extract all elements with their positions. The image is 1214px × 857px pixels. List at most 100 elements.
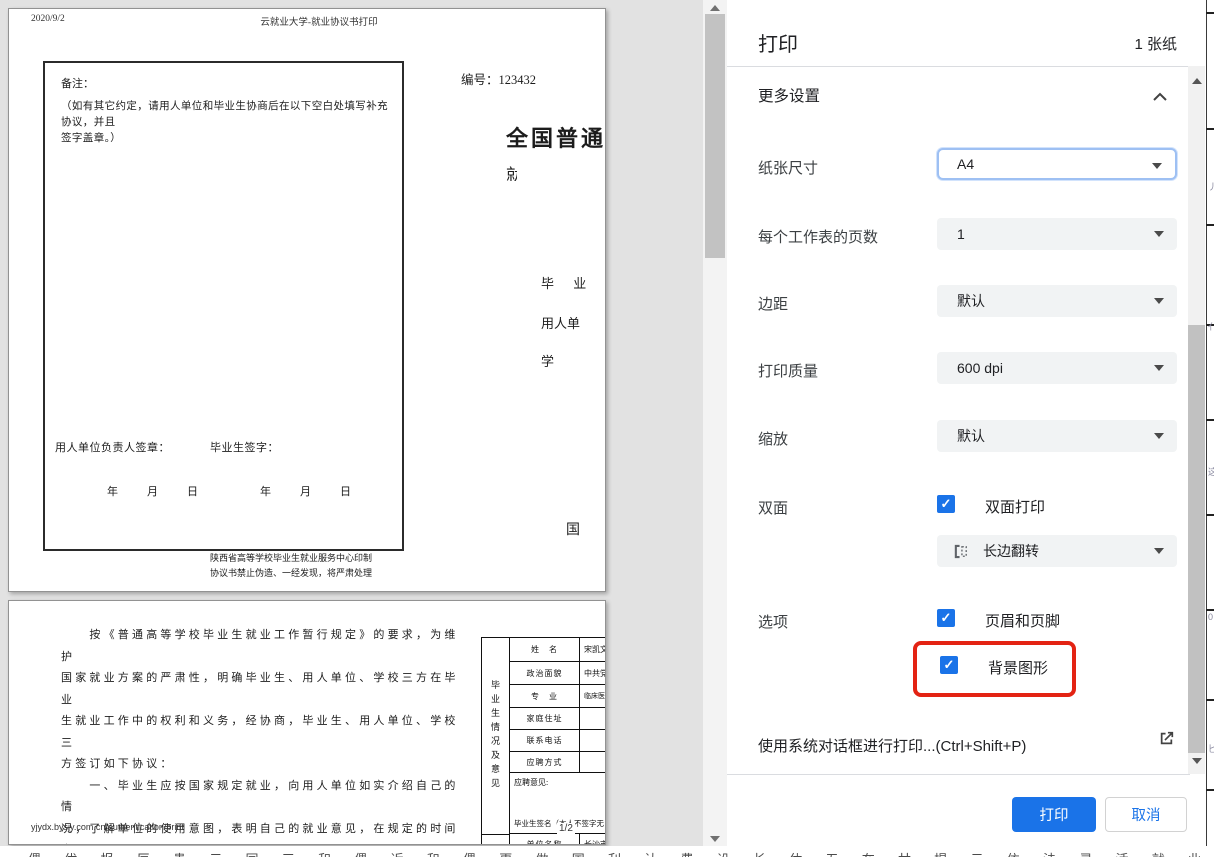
print-quality-value: 600 dpi — [957, 360, 1003, 376]
preview-scrollbar[interactable] — [703, 0, 727, 846]
print-preview-screen: 偎 优 报 辰 贵 元 同 三 和 偎 近 和 偎 更 做 国 利 认 费 设 … — [0, 0, 1214, 857]
header-footer-checkbox-label[interactable]: 页眉和页脚 — [985, 610, 1060, 631]
date-blank: 年 月 日 — [260, 483, 360, 499]
background-text-fragment: 丿 — [1208, 180, 1214, 193]
background-tick — [1206, 419, 1214, 421]
more-settings-toggle[interactable]: 更多设置 — [758, 84, 820, 106]
margins-label: 边距 — [758, 293, 788, 314]
background-page-right-edge: 丿 亻 这 0 匕 — [1205, 0, 1214, 846]
serial-number: 编号：123432 — [461, 69, 536, 88]
dropdown-caret-icon — [1154, 548, 1164, 554]
external-link-icon[interactable] — [1157, 729, 1176, 753]
dialog-title: 打印 — [758, 28, 798, 57]
background-text-fragment: 这 — [1208, 465, 1214, 478]
remark-box: 备注： （如有其它约定，请用人单位和毕业生协商后在以下空白处填写补充协议，并且 … — [43, 61, 404, 551]
paper-size-label: 纸张尺寸 — [758, 157, 818, 178]
dropdown-caret-icon — [1152, 163, 1162, 169]
background-tick — [1206, 514, 1214, 516]
table-value — [580, 752, 606, 773]
header-footer-checkbox[interactable]: ✓ — [937, 609, 955, 627]
print-header-date: 2020/9/2 — [31, 14, 65, 24]
scale-label: 缩放 — [758, 428, 788, 449]
paper-size-select[interactable]: A4 — [937, 148, 1177, 180]
duplex-checkbox-label[interactable]: 双面打印 — [985, 496, 1045, 517]
party-line-school-fragment: 学 — [541, 351, 554, 370]
print-quality-select[interactable]: 600 dpi — [937, 352, 1177, 384]
scroll-down-icon[interactable] — [1192, 758, 1202, 764]
duplex-checkbox[interactable]: ✓ — [937, 495, 955, 513]
chevron-up-icon[interactable] — [1152, 89, 1168, 107]
print-footer-url: yjydx.bysjy.com.cn/authentication/print — [31, 822, 184, 832]
table-label: 应聘方式 — [510, 752, 580, 773]
duplex-label: 双面 — [758, 497, 788, 518]
table-label: 专 业 — [510, 685, 580, 708]
employer-sign-label: 用人单位负责人签章： — [55, 439, 170, 455]
footer-divider — [727, 774, 1190, 775]
dropdown-caret-icon — [1154, 298, 1164, 304]
remark-title: 备注： — [61, 75, 94, 91]
table-section-header-graduate: 毕业生情况及意见 — [482, 638, 510, 835]
preview-pane: 2020/9/2 云就业大学-就业协议书打印 备注： （如有其它约定，请用人单位… — [0, 0, 703, 846]
preview-page-1: 2020/9/2 云就业大学-就业协议书打印 备注： （如有其它约定，请用人单位… — [8, 8, 606, 592]
graduate-sign-label: 毕业生签字： — [210, 439, 279, 455]
party-line-employer-fragment: 用人单 — [541, 313, 590, 332]
print-header-title: 云就业大学-就业协议书打印 — [159, 14, 479, 28]
duplex-mode-value: 长边翻转 — [983, 541, 1039, 561]
cancel-button[interactable]: 取消 — [1105, 797, 1187, 832]
graduate-info-table: 毕业生情况及意见 用 姓 名 政治面貌 专 业 家庭住址 联系电话 应聘方式 宋… — [481, 637, 606, 845]
pages-per-sheet-value: 1 — [957, 226, 965, 242]
background-text-fragment: 匕 — [1208, 742, 1214, 755]
scale-select[interactable]: 默认 — [937, 420, 1177, 452]
printer-note: 陕西省高等学校毕业生就业服务中心印制 协议书禁止伪造、一经发现，将严肃处理 — [205, 551, 377, 581]
print-button[interactable]: 打印 — [1012, 797, 1096, 832]
table-label: 单位名称 — [510, 834, 580, 845]
remark-body: （如有其它约定，请用人单位和毕业生协商后在以下空白处填写补充协议，并且 签字盖章… — [61, 99, 395, 147]
settings-scrollbar-thumb[interactable] — [1188, 325, 1205, 753]
flip-long-edge-icon — [951, 542, 970, 564]
party-line-country-fragment: 国 — [566, 519, 580, 539]
table-label: 联系电话 — [510, 730, 580, 752]
background-tick — [1206, 224, 1214, 226]
pages-per-sheet-label: 每个工作表的页数 — [758, 226, 878, 247]
dropdown-caret-icon — [1154, 433, 1164, 439]
table-value: 临床医学(肿瘤 — [580, 685, 606, 708]
table-value — [580, 730, 606, 752]
background-text-fragment: 亻 — [1208, 320, 1214, 333]
dropdown-caret-icon — [1154, 365, 1164, 371]
margins-select[interactable]: 默认 — [937, 285, 1177, 317]
preview-scrollbar-thumb[interactable] — [705, 14, 725, 258]
table-label: 政治面貌 — [510, 662, 580, 685]
preview-page-2: 按《普通高等学校毕业生就业工作暂行规定》的要求，为维护 国家就业方案的严肃性，明… — [8, 600, 606, 845]
duplex-mode-select[interactable]: 长边翻转 — [937, 535, 1177, 567]
scroll-down-icon[interactable] — [710, 836, 720, 842]
system-dialog-link[interactable]: 使用系统对话框进行打印...(Ctrl+Shift+P) — [758, 735, 1026, 756]
document-subtitle-partial: 就 — [506, 161, 517, 181]
checkmark-icon: ✓ — [941, 610, 952, 626]
background-graphics-highlight-annotation — [913, 641, 1076, 697]
date-blank: 年 月 日 — [107, 483, 207, 499]
table-section-header-employer: 用 — [482, 835, 510, 845]
pages-per-sheet-select[interactable]: 1 — [937, 218, 1177, 250]
dropdown-caret-icon — [1154, 231, 1164, 237]
background-table-border — [1206, 0, 1207, 846]
background-page-bottom-strip: 偎 优 报 辰 贵 元 同 三 和 偎 近 和 偎 更 做 国 利 认 费 设 … — [28, 849, 1214, 857]
background-tick — [1206, 128, 1214, 130]
table-value: 长沙市云研网 — [580, 834, 606, 845]
table-value: 中共党员 — [580, 662, 606, 685]
background-tick — [1206, 12, 1214, 14]
sheet-count: 1 张纸 — [1134, 33, 1177, 54]
checkmark-icon: ✓ — [941, 496, 952, 512]
document-title-partial: 全国普通 — [506, 121, 606, 153]
scale-value: 默认 — [957, 426, 985, 446]
scroll-up-icon[interactable] — [710, 5, 720, 11]
background-tick — [1206, 789, 1214, 791]
print-dialog: 打印 1 张纸 更多设置 纸张尺寸 A4 每个工作表的页数 1 边距 默认 打印… — [727, 0, 1190, 846]
options-label: 选项 — [758, 611, 788, 632]
margins-value: 默认 — [957, 291, 985, 311]
print-quality-label: 打印质量 — [758, 360, 818, 381]
table-label: 家庭住址 — [510, 708, 580, 730]
background-tick — [1206, 609, 1214, 611]
background-text-fragment: 0 — [1208, 612, 1214, 622]
scroll-up-icon[interactable] — [1192, 78, 1202, 84]
table-value — [580, 708, 606, 730]
